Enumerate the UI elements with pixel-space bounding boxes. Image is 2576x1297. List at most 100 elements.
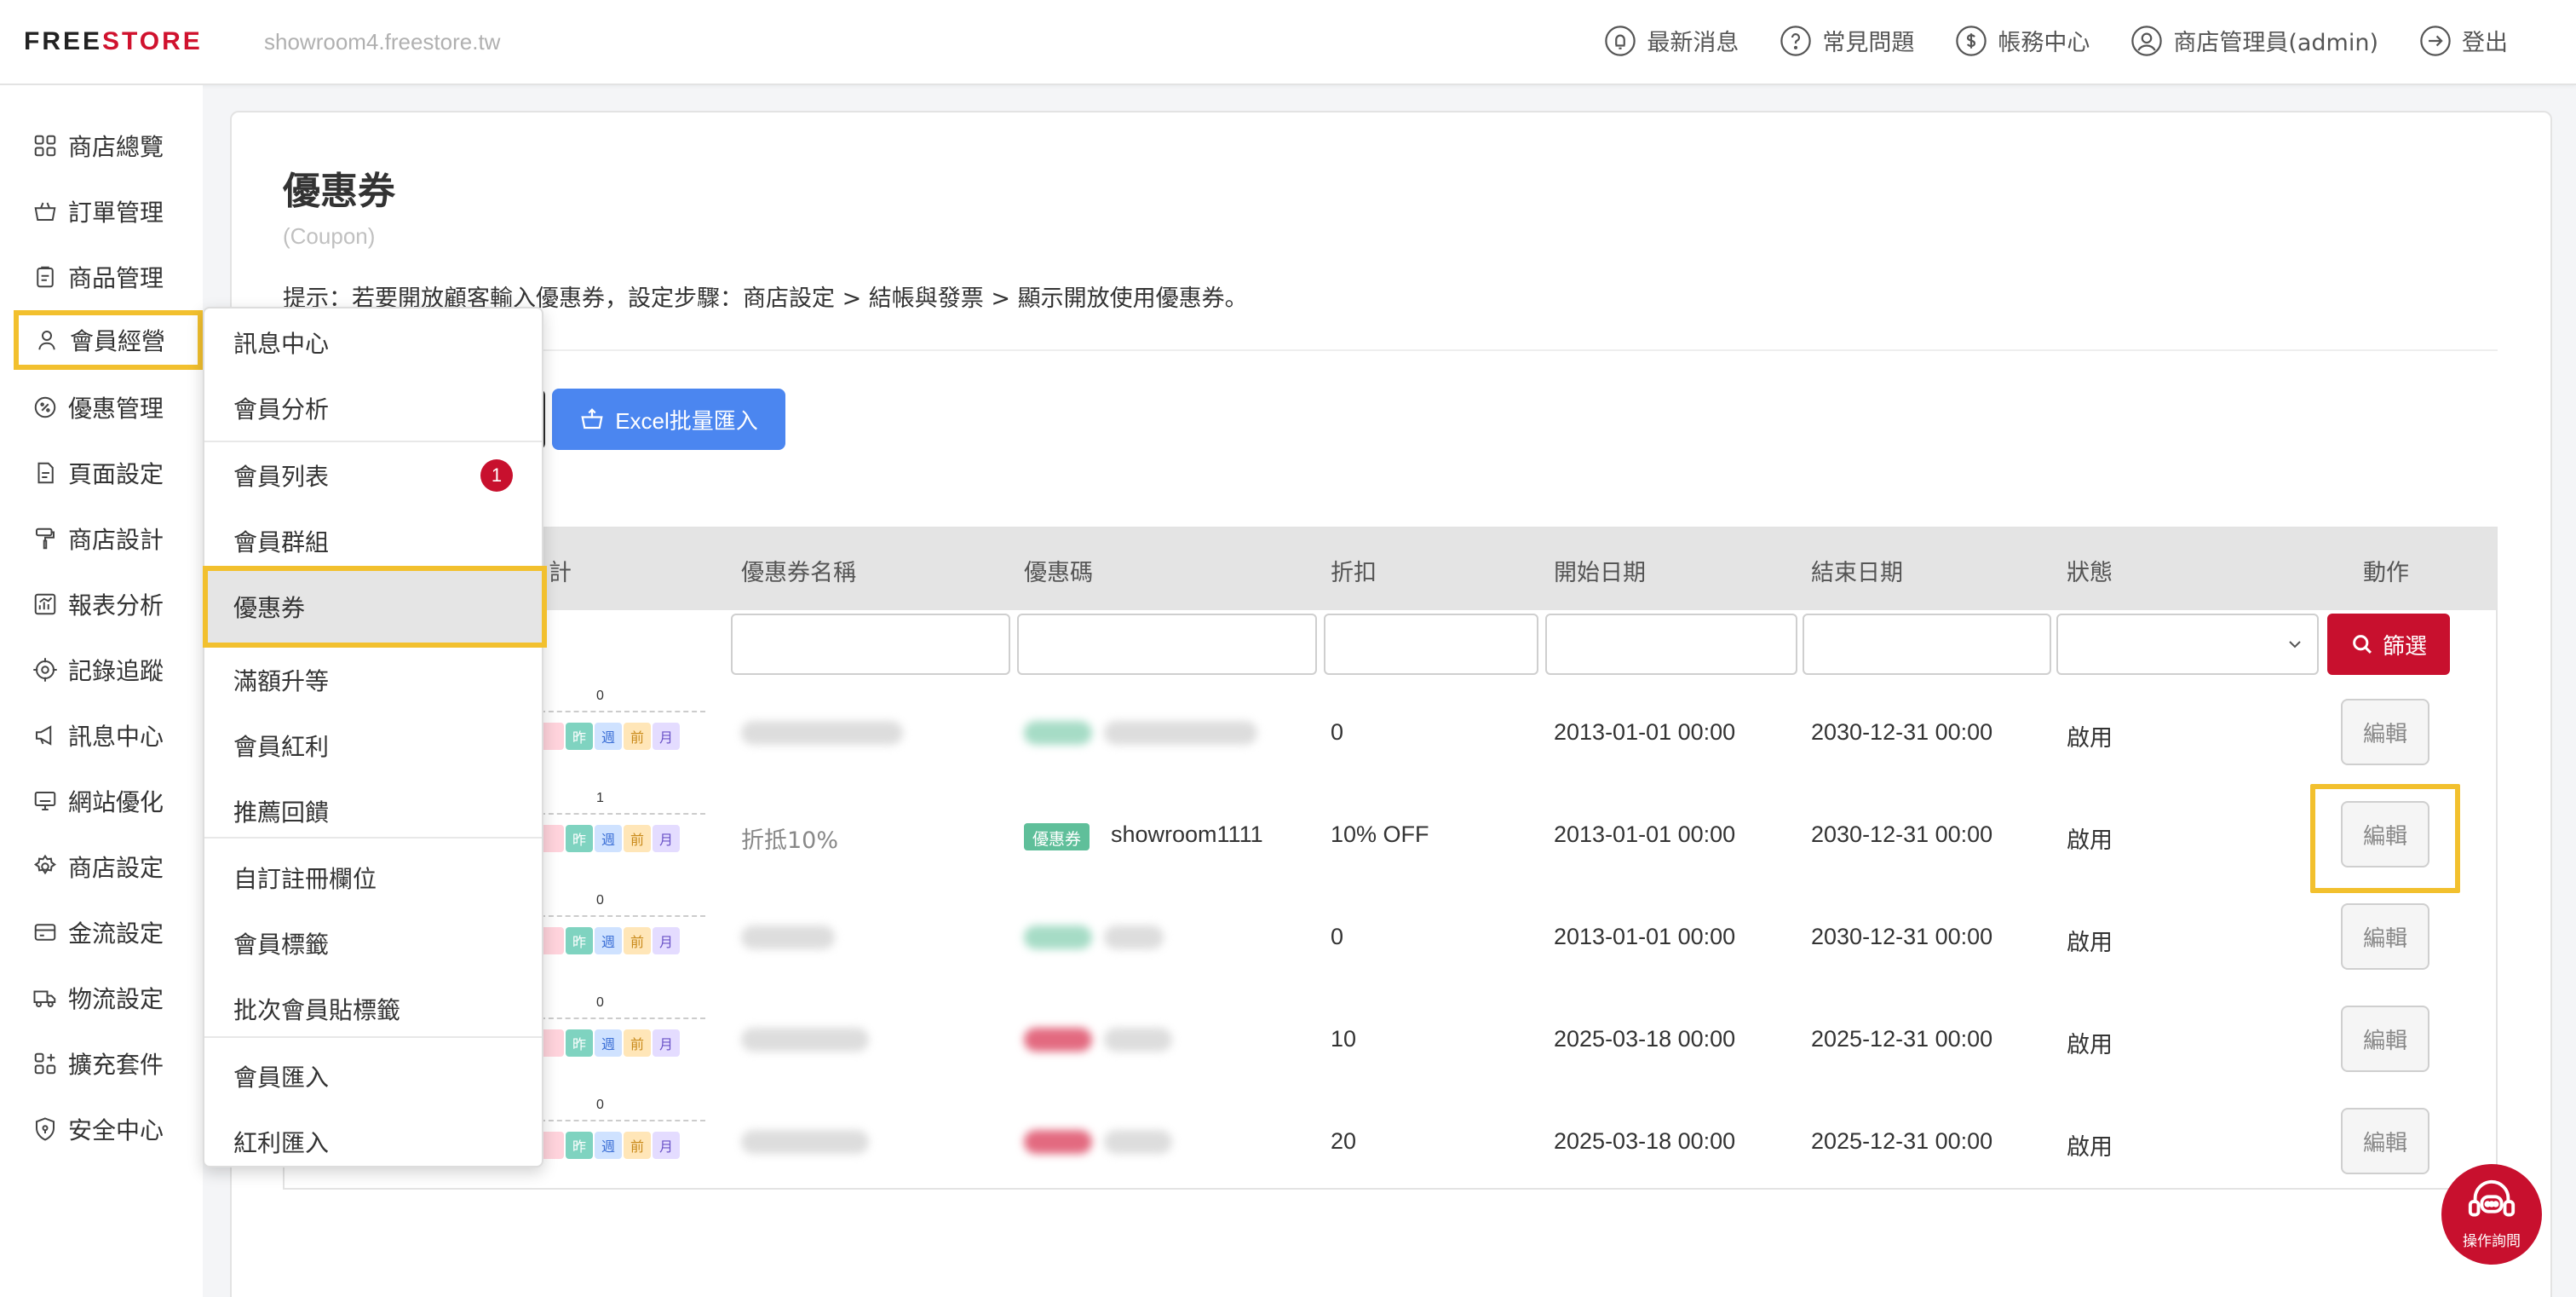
page-subtitle: (Coupon) [283, 223, 376, 249]
sidebar-item-settings[interactable]: 商店設定 [15, 837, 203, 896]
chip-month: 月 [653, 1132, 680, 1159]
plugin-icon [34, 1052, 56, 1075]
menu-item-member-groups[interactable]: 會員群組 [204, 508, 542, 574]
edit-button[interactable]: 編輯 [2341, 699, 2429, 765]
status-value: 啟用 [2067, 930, 2113, 956]
menu-item-label: 會員列表 [233, 462, 330, 491]
menu-item-messages[interactable]: 訊息中心 [204, 309, 542, 375]
start-date: 2025-03-18 00:00 [1554, 1128, 1736, 1154]
excel-import-button[interactable]: Excel批量匯入 [552, 389, 785, 450]
top-nav: 最新消息 常見問題 帳務中心 商店管理員(admin) 登出 [1604, 24, 2508, 57]
sidebar-item-seo[interactable]: 網站優化 [15, 771, 203, 831]
usage-count: 0 [596, 1098, 604, 1112]
end-date: 2030-12-31 00:00 [1811, 719, 1993, 745]
chip-week: 週 [595, 1029, 622, 1057]
sidebar-item-reports[interactable]: 報表分析 [15, 574, 203, 634]
divider [283, 349, 2498, 351]
billing-link[interactable]: 帳務中心 [1955, 24, 2090, 57]
sidebar-item-promotions[interactable]: 優惠管理 [15, 378, 203, 437]
menu-item-coupons[interactable]: 優惠券 [203, 566, 547, 648]
menu-item-batch-tagging[interactable]: 批次會員貼標籤 [204, 976, 542, 1041]
filter-discount-input[interactable] [1324, 614, 1538, 675]
sidebar-item-security[interactable]: 安全中心 [15, 1099, 203, 1159]
filter-start-input[interactable] [1545, 614, 1797, 675]
news-link[interactable]: 最新消息 [1604, 24, 1739, 57]
filter-name-input[interactable] [731, 614, 1010, 675]
chip-week: 週 [595, 927, 622, 954]
end-date: 2025-12-31 00:00 [1811, 1128, 1993, 1154]
logout-link[interactable]: 登出 [2419, 24, 2508, 57]
menu-item-reward-import[interactable]: 紅利匯入 [204, 1109, 542, 1174]
menu-item-tier-upgrade[interactable]: 滿額升等 [204, 647, 542, 712]
end-date: 2025-12-31 00:00 [1811, 1026, 1993, 1052]
usage-sparkline [540, 1120, 705, 1121]
menu-item-referral[interactable]: 推薦回饋 [204, 778, 542, 844]
user-circle-icon [2131, 25, 2163, 56]
chip-before: 前 [624, 1029, 651, 1057]
sidebar-item-orders[interactable]: 訂單管理 [15, 182, 203, 241]
card-icon [34, 924, 56, 941]
table-row: 0 昨 週 前 月 0 2013-01-01 00:00 2030-12-31 … [285, 682, 2496, 784]
menu-item-member-tags[interactable]: 會員標籤 [204, 910, 542, 976]
blurred-code [1104, 1130, 1172, 1154]
sidebar-item-overview[interactable]: 商店總覽 [15, 116, 203, 176]
sidebar-item-pages[interactable]: 頁面設定 [15, 443, 203, 503]
edit-button[interactable]: 編輯 [2341, 1108, 2429, 1174]
edit-button[interactable]: 編輯 [2341, 1006, 2429, 1072]
page-title: 優惠券 [283, 170, 395, 213]
megaphone-icon [36, 725, 52, 746]
chip-yesterday: 昨 [566, 1029, 593, 1057]
admin-link[interactable]: 商店管理員(admin) [2130, 24, 2378, 57]
discount-value: 0 [1331, 924, 1344, 949]
usage-count: 0 [596, 893, 604, 908]
header-status: 狀態 [2067, 560, 2113, 586]
header-code: 優惠碼 [1024, 560, 1093, 586]
menu-item-member-import[interactable]: 會員匯入 [204, 1043, 542, 1109]
discount-value: 10% OFF [1331, 821, 1429, 847]
edit-button[interactable]: 編輯 [2341, 903, 2429, 970]
sidebar-item-members[interactable]: 會員經營 [14, 310, 203, 370]
sidebar-item-logistics[interactable]: 物流設定 [15, 968, 203, 1028]
coupon-name: 折抵10% [741, 827, 839, 854]
discount-icon [34, 396, 56, 418]
upload-basket-icon [581, 408, 603, 429]
end-date: 2030-12-31 00:00 [1811, 821, 1993, 847]
blurred-code [1104, 721, 1257, 745]
sidebar-item-extensions[interactable]: 擴充套件 [15, 1034, 203, 1093]
filter-end-input[interactable] [1803, 614, 2051, 675]
chip-before: 前 [624, 927, 651, 954]
blurred-tag [1024, 925, 1092, 949]
start-date: 2013-01-01 00:00 [1554, 924, 1736, 949]
menu-divider [204, 1036, 542, 1038]
header-end: 結束日期 [1811, 560, 1903, 586]
menu-item-member-list[interactable]: 會員列表 1 [204, 442, 542, 508]
sidebar-item-design[interactable]: 商店設計 [15, 509, 203, 568]
grid-icon [34, 135, 56, 157]
menu-item-custom-fields[interactable]: 自訂註冊欄位 [204, 844, 542, 910]
faq-link[interactable]: 常見問題 [1780, 24, 1914, 57]
freestore-logo[interactable]: FREESTORE [24, 27, 203, 56]
chip-week: 週 [595, 723, 622, 750]
menu-item-member-analysis[interactable]: 會員分析 [204, 375, 542, 441]
usage-count: 0 [596, 995, 604, 1010]
menu-item-member-rewards[interactable]: 會員紅利 [204, 712, 542, 778]
sidebar-item-tracking[interactable]: 記錄追蹤 [15, 640, 203, 700]
filter-status-select[interactable] [2056, 614, 2319, 675]
blurred-code [1104, 925, 1164, 949]
discount-value: 20 [1331, 1128, 1357, 1154]
help-chat-button[interactable]: 操作詢問 [2441, 1164, 2542, 1265]
header-name: 優惠券名稱 [741, 560, 856, 586]
edit-highlight [2310, 784, 2460, 893]
filter-button[interactable]: 篩選 [2327, 614, 2450, 675]
chevron-down-icon [2289, 641, 2301, 648]
sidebar-item-products[interactable]: 商品管理 [15, 247, 203, 307]
chip-month: 月 [653, 825, 680, 852]
sidebar-item-messages[interactable]: 訊息中心 [15, 706, 203, 765]
start-date: 2025-03-18 00:00 [1554, 1026, 1736, 1052]
table-row: 0 昨 週 前 月 0 2013-01-01 00:00 2030-12-31 … [285, 886, 2496, 989]
chart-icon [34, 593, 56, 615]
coupon-tag: 優惠券 [1024, 823, 1090, 850]
chip-before: 前 [624, 825, 651, 852]
filter-code-input[interactable] [1017, 614, 1317, 675]
sidebar-item-payment[interactable]: 金流設定 [15, 902, 203, 962]
